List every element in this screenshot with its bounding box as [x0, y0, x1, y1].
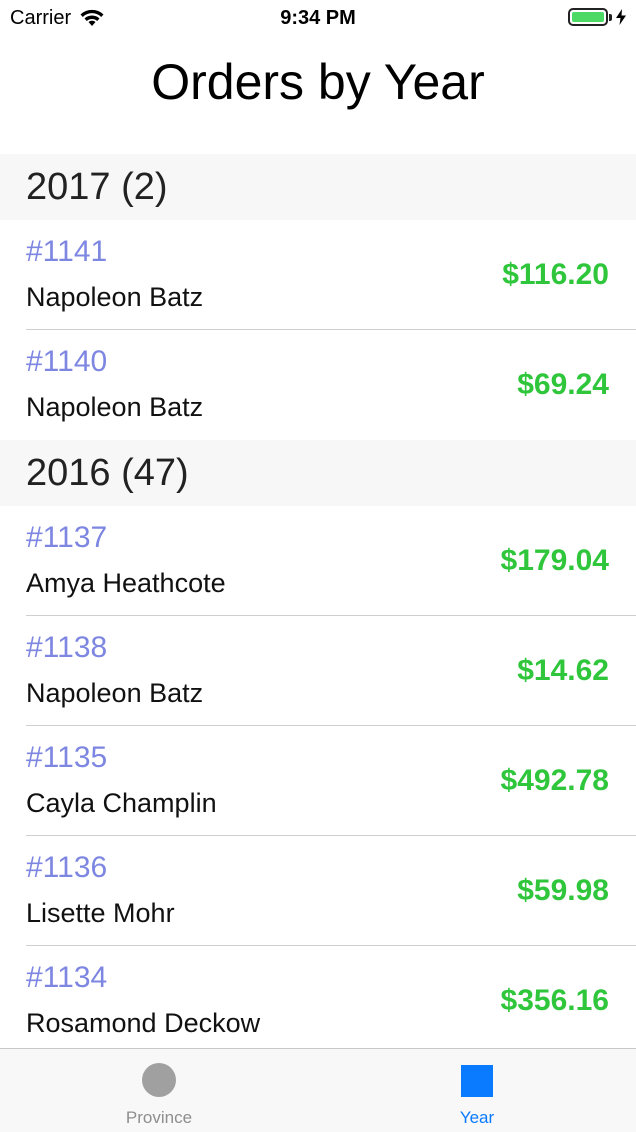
- section-header-2017: 2017 (2): [0, 154, 636, 220]
- order-amount: $492.78: [500, 764, 609, 797]
- customer-name: Napoleon Batz: [26, 678, 204, 708]
- order-id: #1141: [26, 235, 108, 268]
- order-id: #1138: [26, 631, 108, 664]
- battery-body: [568, 8, 608, 26]
- order-row[interactable]: #1135 Cayla Champlin $492.78: [0, 726, 636, 836]
- page-title: Orders by Year: [151, 54, 485, 110]
- customer-name: Cayla Champlin: [26, 788, 217, 818]
- battery-icon: [568, 8, 626, 26]
- charging-bolt-icon: [616, 9, 626, 25]
- order-amount: $356.16: [500, 984, 609, 1017]
- status-time: 9:34 PM: [280, 7, 356, 29]
- order-amount: $116.20: [502, 258, 609, 291]
- tab-province[interactable]: Province: [0, 1049, 318, 1132]
- battery-level: [572, 12, 604, 22]
- tab-bar: Province Year: [0, 1048, 636, 1132]
- customer-name: Napoleon Batz: [26, 282, 204, 312]
- customer-name: Rosamond Deckow: [26, 1008, 261, 1038]
- order-row[interactable]: #1141 Napoleon Batz $116.20: [0, 220, 636, 330]
- customer-name: Lisette Mohr: [26, 898, 175, 928]
- customer-name: Napoleon Batz: [26, 392, 204, 422]
- customer-name: Amya Heathcote: [26, 568, 226, 598]
- circle-icon: [142, 1063, 176, 1097]
- order-id: #1140: [26, 345, 108, 378]
- section-header-2016: 2016 (47): [0, 440, 636, 506]
- order-row[interactable]: #1136 Lisette Mohr $59.98: [0, 836, 636, 946]
- order-row[interactable]: #1138 Napoleon Batz $14.62: [0, 616, 636, 726]
- order-row[interactable]: #1137 Amya Heathcote $179.04: [0, 506, 636, 616]
- tab-label: Province: [125, 1108, 193, 1127]
- order-id: #1137: [26, 521, 108, 554]
- order-amount: $69.24: [517, 368, 609, 401]
- status-bar: Carrier 9:34 PM: [0, 0, 636, 36]
- tab-year[interactable]: Year: [318, 1049, 636, 1132]
- tab-label: Year: [459, 1108, 495, 1127]
- battery-cap: [609, 13, 612, 21]
- order-row[interactable]: #1134 Rosamond Deckow $356.16: [0, 946, 636, 1048]
- order-amount: $59.98: [517, 874, 609, 907]
- square-icon: [461, 1065, 493, 1097]
- order-row[interactable]: #1140 Napoleon Batz $69.24: [0, 330, 636, 440]
- order-id: #1135: [26, 741, 108, 774]
- order-amount: $14.62: [517, 654, 609, 687]
- orders-list[interactable]: 2017 (2) #1141 Napoleon Batz $116.20 #11…: [0, 154, 636, 1048]
- order-amount: $179.04: [500, 544, 609, 577]
- order-id: #1136: [26, 851, 108, 884]
- order-id: #1134: [26, 961, 108, 994]
